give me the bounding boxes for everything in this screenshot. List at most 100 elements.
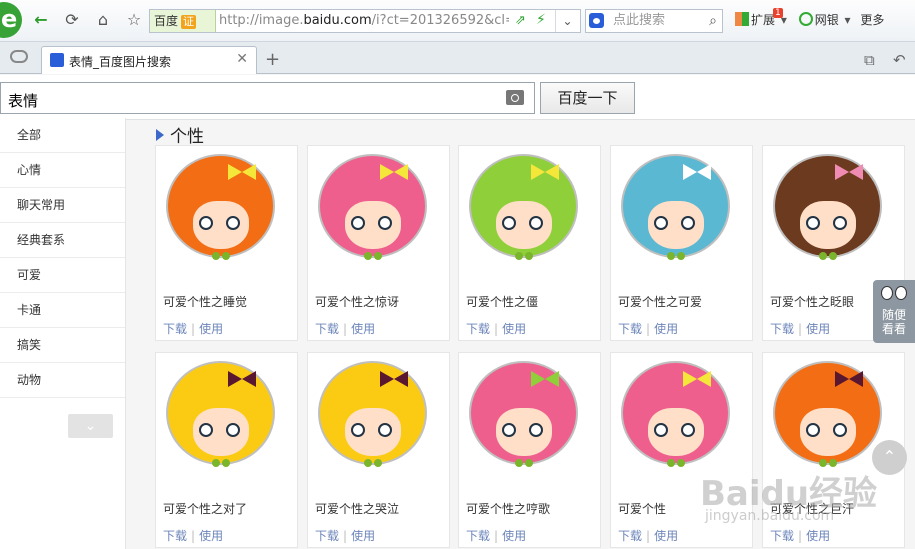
toolbar-search-placeholder: 点此搜索: [613, 13, 666, 28]
url-text[interactable]: http://image.baidu.com/i?ct=201326592&cl…: [219, 10, 509, 32]
chevron-down-icon[interactable]: ⌄: [68, 414, 113, 438]
bow-shape: [380, 164, 394, 180]
bank-icon: [798, 12, 813, 26]
keyword-value: 表情: [8, 92, 39, 110]
sticker-thumbnail[interactable]: [611, 146, 752, 282]
download-link[interactable]: 下载: [466, 529, 490, 543]
tab-active[interactable]: 表情_百度图片搜索 ✕: [41, 46, 257, 74]
download-link[interactable]: 下载: [770, 322, 794, 336]
eye-shape: [529, 216, 543, 230]
keyword-input[interactable]: 表情: [0, 82, 535, 114]
bow-shape: [835, 164, 849, 180]
use-link[interactable]: 使用: [351, 529, 375, 543]
sidebar-item-animal[interactable]: 动物: [0, 363, 125, 398]
bow-shape: [849, 164, 863, 180]
more-menu[interactable]: 更多: [860, 13, 884, 27]
extensions-menu[interactable]: 扩展 ▾ 网银 ▾ 更多: [735, 9, 884, 31]
new-tab-icon[interactable]: +: [265, 49, 280, 70]
divider: |: [191, 529, 196, 543]
sticker-thumbnail[interactable]: [156, 353, 297, 489]
home-icon[interactable]: ⌂: [92, 9, 114, 31]
use-link[interactable]: 使用: [654, 322, 678, 336]
search-button[interactable]: 百度一下: [540, 82, 635, 114]
foot-shape: [677, 252, 685, 260]
sticker-card[interactable]: 可爱个性之哼歌 下载 | 使用: [458, 352, 601, 548]
sidebar-item-funny[interactable]: 搞笑: [0, 328, 125, 363]
search-icon[interactable]: ⌕: [709, 10, 717, 32]
undo-icon[interactable]: ↶: [893, 51, 906, 69]
foot-shape: [667, 252, 675, 260]
sticker-thumbnail[interactable]: [308, 146, 449, 282]
sticker-card[interactable]: 可爱个性之对了 下载 | 使用: [155, 352, 298, 548]
download-link[interactable]: 下载: [163, 322, 187, 336]
sticker-name: 可爱个性之对了: [163, 502, 248, 516]
sidebar-item-cute[interactable]: 可爱: [0, 258, 125, 293]
bow-shape: [380, 371, 394, 387]
close-icon[interactable]: ✕: [236, 51, 248, 67]
sticker-thumbnail[interactable]: [459, 353, 600, 489]
bow-shape: [228, 371, 242, 387]
camera-icon[interactable]: [506, 90, 524, 105]
address-bar[interactable]: 百度证 http://image.baidu.com/i?ct=20132659…: [149, 9, 581, 33]
baidu-paw-icon: [589, 13, 604, 28]
download-link[interactable]: 下载: [466, 322, 490, 336]
use-link[interactable]: 使用: [654, 529, 678, 543]
sidebar-item-classic[interactable]: 经典套系: [0, 223, 125, 258]
sticker-actions: 下载 | 使用: [618, 527, 678, 544]
sidebar-item-cartoon[interactable]: 卡通: [0, 293, 125, 328]
download-link[interactable]: 下载: [618, 529, 642, 543]
eye-shape: [681, 216, 695, 230]
use-link[interactable]: 使用: [502, 322, 526, 336]
use-link[interactable]: 使用: [502, 529, 526, 543]
divider: |: [343, 529, 348, 543]
sticker-thumbnail[interactable]: [763, 146, 904, 282]
use-link[interactable]: 使用: [351, 322, 375, 336]
back-to-top-icon[interactable]: ⌃: [872, 440, 907, 475]
download-link[interactable]: 下载: [315, 322, 339, 336]
sticker-card[interactable]: 可爱个性之睡觉 下载 | 使用: [155, 145, 298, 341]
back-icon[interactable]: ←: [30, 9, 52, 31]
sidebar-item-chat[interactable]: 聊天常用: [0, 188, 125, 223]
tab-title: 表情_百度图片搜索: [69, 55, 172, 69]
sticker-actions: 下载 | 使用: [770, 527, 830, 544]
use-link[interactable]: 使用: [199, 322, 223, 336]
sticker-actions: 下载 | 使用: [315, 527, 375, 544]
foot-shape: [677, 459, 685, 467]
sticker-name: 可爱个性之哼歌: [466, 502, 551, 516]
lightning-icon[interactable]: ⚡: [536, 12, 546, 28]
browser-toolbar: ← ⟳ ⌂ ☆ 百度证 http://image.baidu.com/i?ct=…: [0, 0, 915, 42]
cloud-icon[interactable]: [10, 50, 28, 63]
category-sidebar: 全部 心情 聊天常用 经典套系 可爱 卡通 搞笑 动物 ⌄: [0, 118, 126, 549]
bow-shape: [242, 164, 256, 180]
sticker-card[interactable]: 可爱个性之可爱 下载 | 使用: [610, 145, 753, 341]
sticker-thumbnail[interactable]: [156, 146, 297, 282]
sticker-card[interactable]: 可爱个性之哭泣 下载 | 使用: [307, 352, 450, 548]
section-heading: 个性: [156, 122, 204, 147]
download-link[interactable]: 下载: [618, 322, 642, 336]
eye-shape: [351, 423, 365, 437]
sidebar-item-mood[interactable]: 心情: [0, 153, 125, 188]
sticker-card[interactable]: 可爱个性之僵 下载 | 使用: [458, 145, 601, 341]
use-link[interactable]: 使用: [806, 529, 830, 543]
download-link[interactable]: 下载: [315, 529, 339, 543]
chevron-down-icon[interactable]: ▾: [845, 13, 851, 27]
use-link[interactable]: 使用: [806, 322, 830, 336]
foot-shape: [212, 459, 220, 467]
download-link[interactable]: 下载: [770, 529, 794, 543]
sticker-card[interactable]: 可爱个性之惊讶 下载 | 使用: [307, 145, 450, 341]
chevron-down-icon[interactable]: ⌄: [555, 10, 579, 32]
use-link[interactable]: 使用: [199, 529, 223, 543]
sticker-thumbnail[interactable]: [459, 146, 600, 282]
sidebar-item-all[interactable]: 全部: [0, 118, 125, 153]
share-icon[interactable]: ⇗: [515, 13, 526, 28]
sticker-thumbnail[interactable]: [308, 353, 449, 489]
star-icon[interactable]: ☆: [123, 9, 145, 31]
refresh-icon[interactable]: ⟳: [61, 9, 83, 31]
download-link[interactable]: 下载: [163, 529, 187, 543]
tab-list-icon[interactable]: ⧉: [864, 51, 875, 69]
site-verified-badge[interactable]: 百度证: [150, 10, 216, 32]
toolbar-search[interactable]: 点此搜索 ⌕: [585, 9, 723, 33]
random-browse-button[interactable]: 随便 看看: [873, 280, 915, 343]
divider: |: [798, 322, 803, 336]
image-search-bar: 表情 百度一下: [0, 75, 915, 120]
